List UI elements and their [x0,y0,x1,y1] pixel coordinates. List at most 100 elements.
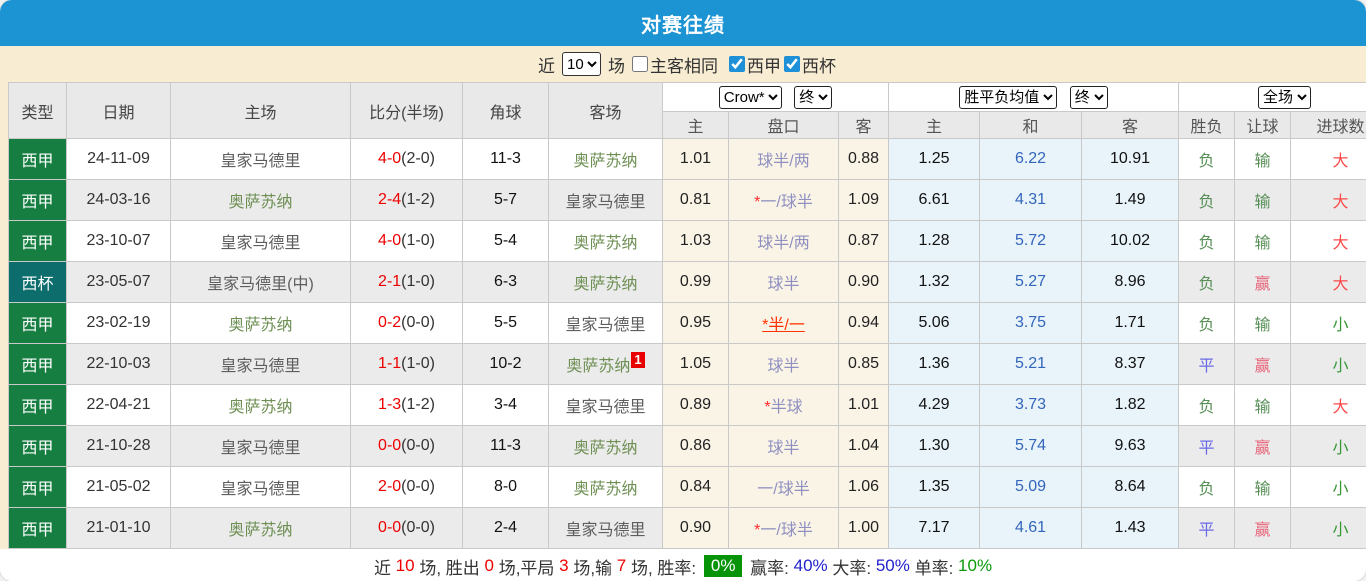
summary-segment: 赢率: [745,558,794,578]
match-date: 24-11-09 [66,138,171,180]
sub-header-result-wdl: 胜负 [1178,111,1236,139]
score-cell: 2-4(1-2) [350,179,463,221]
odds-home: 1.05 [662,343,729,385]
league-copa-option[interactable]: 西杯 [784,52,836,77]
fulltime-score: 4-0 [378,150,402,167]
score-cell: 4-0(2-0) [350,138,463,180]
match-row: 西甲 24-03-16 奥萨苏纳 2-4(1-2) 5-7 皇家马德里 0.81 *一/球半 1… [8,179,1366,221]
league-type-cell: 西甲 [8,425,67,467]
league-type-cell: 西杯 [8,261,67,303]
handicap-line: 球半/两 [728,138,839,180]
league-type-cell: 西甲 [8,343,67,385]
result-wdl: 负 [1178,179,1236,221]
handicap-line: *半球 [728,384,839,426]
odds-away: 1.06 [837,466,890,508]
h2h-table: 类型 日期 主场 比分(半场) 角球 客场 Crow* 终 胜平负均值 终 全场… [8,82,1366,549]
result-goals: 小 [1290,507,1366,549]
odds-home: 0.99 [662,261,729,303]
fulltime-score: 2-0 [378,478,402,495]
avg-away: 1.82 [1081,384,1180,426]
halftime-score: (1-2) [401,191,435,208]
away-team: 奥萨苏纳 [548,220,663,262]
same-venue-option[interactable]: 主客相同 [632,52,718,77]
odds-away: 1.09 [837,179,890,221]
col-header-home: 主场 [170,82,351,139]
col-header-away: 客场 [548,82,663,139]
result-goals: 小 [1290,302,1366,344]
filter-bar: 近 10 场 主客相同 西甲 西杯 [0,46,1366,82]
result-wdl: 平 [1178,507,1236,549]
halftime-score: (1-0) [401,355,435,372]
league-type-cell: 西甲 [8,384,67,426]
halftime-score: (0-0) [401,519,435,536]
fulltime-score: 2-1 [378,273,402,290]
home-team: 皇家马德里 [170,343,351,385]
odds-home: 0.95 [662,302,729,344]
league-copa-checkbox[interactable] [784,56,800,72]
result-goals: 小 [1290,343,1366,385]
result-handicap: 赢 [1234,261,1292,303]
halftime-score: (1-0) [401,232,435,249]
handicap-line: 球半 [728,343,839,385]
match-count-select[interactable]: 10 [562,52,601,76]
match-date: 23-05-07 [66,261,171,303]
odds-company-select[interactable]: Crow* [718,85,782,109]
handicap-line: *一/球半 [728,507,839,549]
fulltime-score: 1-3 [378,396,402,413]
sub-header-avg-home: 主 [888,111,981,139]
avg-time-select[interactable]: 终 [1069,85,1108,109]
summary-segment: 0% [703,555,743,577]
away-team: 皇家马德里 [548,302,663,344]
avg-draw: 4.31 [979,179,1083,221]
avg-draw: 3.75 [979,302,1083,344]
score-cell: 2-1(1-0) [350,261,463,303]
fulltime-score: 1-1 [378,355,402,372]
result-wdl: 负 [1178,261,1236,303]
scope-select[interactable]: 全场 [1258,85,1312,109]
result-handicap: 输 [1234,179,1292,221]
summary-segment: 近 [373,558,396,578]
odds-away: 1.04 [837,425,890,467]
league-laliga-option[interactable]: 西甲 [729,52,781,77]
avg-type-select[interactable]: 胜平负均值 [959,85,1058,109]
odds-home: 0.89 [662,384,729,426]
match-date: 21-05-02 [66,466,171,508]
league-laliga-checkbox[interactable] [729,56,745,72]
home-team: 奥萨苏纳 [170,302,351,344]
avg-draw: 5.27 [979,261,1083,303]
corners-cell: 3-4 [462,384,549,426]
odds-away: 0.90 [837,261,890,303]
avg-dropdown-group: 胜平负均值 终 [888,82,1180,112]
summary-segment: 40% [793,556,828,575]
away-team: 奥萨苏纳 [548,261,663,303]
halftime-score: (0-0) [401,314,435,331]
league-copa-label: 西杯 [802,56,836,76]
near-label: 近 [538,56,555,76]
summary-segment: 10% [958,556,993,575]
result-wdl: 负 [1178,138,1236,180]
halftime-score: (2-0) [401,150,435,167]
match-row: 西甲 22-04-21 奥萨苏纳 1-3(1-2) 3-4 皇家马德里 0.89 *半球 1.0… [8,384,1366,426]
summary-segment: 大率: [827,558,876,578]
corners-cell: 10-2 [462,343,549,385]
league-type-cell: 西甲 [8,466,67,508]
same-venue-checkbox[interactable] [632,56,648,72]
avg-away: 8.64 [1081,466,1180,508]
col-header-date: 日期 [66,82,171,139]
h2h-widget: 对赛往绩 近 10 场 主客相同 西甲 西杯 类型 日期 主场 比分(半场) 角… [0,0,1366,581]
avg-home: 1.25 [888,138,981,180]
score-cell: 1-3(1-2) [350,384,463,426]
match-date: 22-10-03 [66,343,171,385]
same-venue-label: 主客相同 [650,56,718,76]
odds-home: 1.01 [662,138,729,180]
corners-cell: 11-3 [462,138,549,180]
match-row: 西甲 24-11-09 皇家马德里 4-0(2-0) 11-3 奥萨苏纳 1.01 球半/两 0… [8,138,1366,180]
handicap-line: 球半/两 [728,220,839,262]
avg-home: 7.17 [888,507,981,549]
home-team: 奥萨苏纳 [170,179,351,221]
handicap-line[interactable]: *半/一 [728,302,839,344]
odds-home: 0.84 [662,466,729,508]
odds-time-select[interactable]: 终 [794,85,833,109]
result-handicap: 赢 [1234,343,1292,385]
avg-draw: 6.22 [979,138,1083,180]
